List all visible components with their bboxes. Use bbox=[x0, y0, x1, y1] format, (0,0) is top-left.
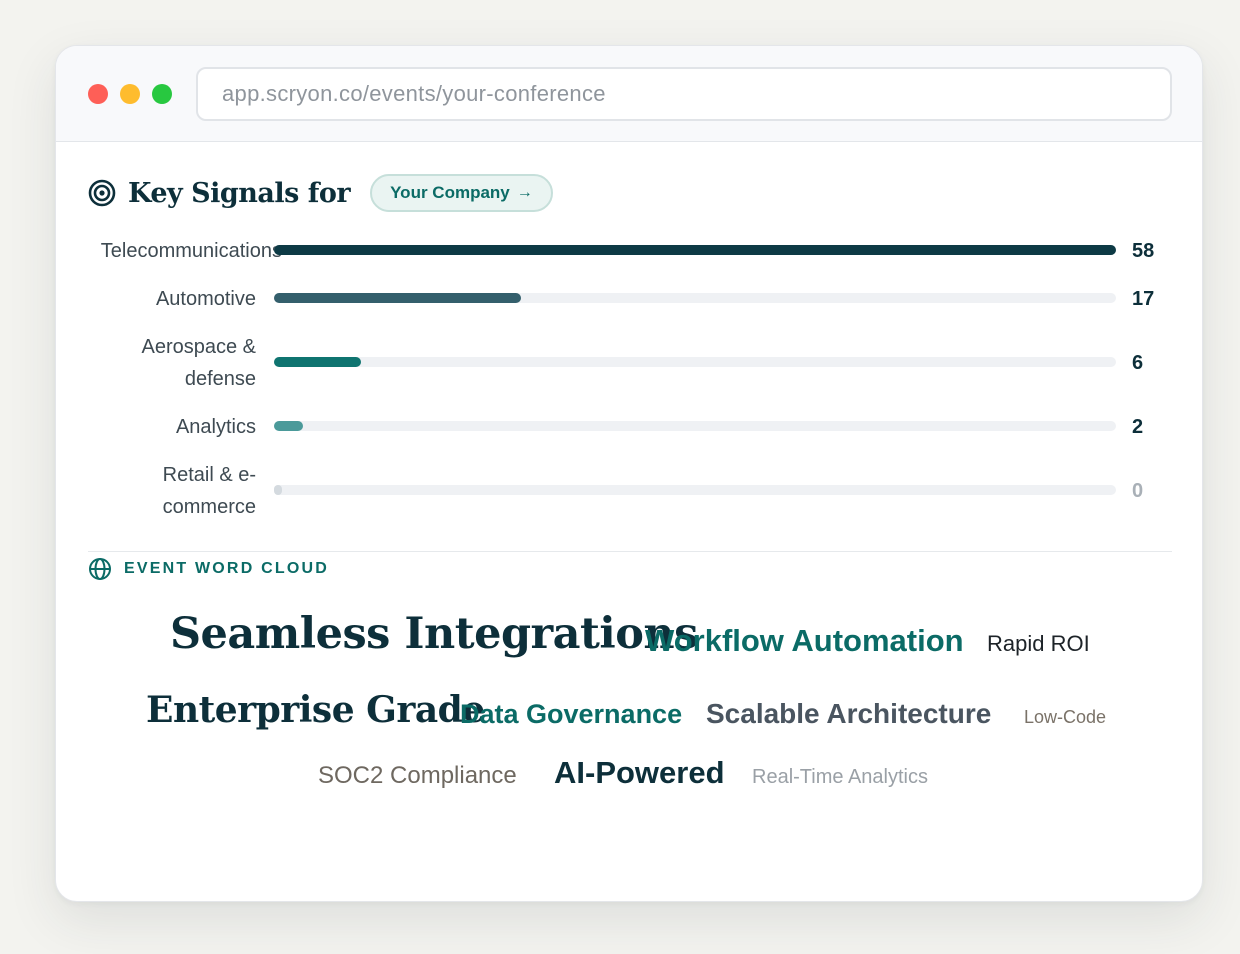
browser-titlebar: app.scryon.co/events/your-conference bbox=[56, 46, 1202, 142]
bar-track bbox=[274, 245, 1116, 255]
word-cloud-title: EVENT WORD CLOUD bbox=[124, 560, 329, 577]
bar-fill bbox=[274, 357, 361, 367]
globe-icon bbox=[89, 558, 111, 580]
cloud-word: Seamless Integrations bbox=[170, 609, 698, 659]
cloud-word: Low-Code bbox=[1024, 707, 1107, 727]
arrow-right-icon: → bbox=[516, 184, 533, 201]
bar-fill bbox=[274, 293, 521, 303]
bar-fill bbox=[274, 245, 1116, 255]
bar-value: 17 bbox=[1132, 288, 1155, 310]
bar-track bbox=[274, 293, 1116, 303]
bar-label: Analytics bbox=[175, 416, 256, 438]
minimize-window-button[interactable] bbox=[120, 84, 140, 104]
maximize-window-button[interactable] bbox=[152, 84, 172, 104]
bar-value: 58 bbox=[1132, 240, 1155, 262]
bar-label: Automotive bbox=[155, 288, 256, 310]
key-signals-title: Key Signals for bbox=[128, 177, 351, 209]
browser-window: app.scryon.co/events/your-conference Key… bbox=[55, 45, 1203, 902]
company-name: Your Company bbox=[390, 183, 510, 202]
cloud-word: Data Governance bbox=[460, 699, 683, 729]
bar-track bbox=[274, 421, 1116, 431]
bar-fill bbox=[274, 421, 303, 431]
cloud-word: Scalable Architecture bbox=[706, 698, 992, 729]
company-link-pill[interactable]: Your Company → bbox=[370, 174, 553, 212]
bar-track bbox=[274, 357, 1116, 367]
cloud-word: Enterprise Grade bbox=[146, 689, 485, 731]
bar-value: 0 bbox=[1132, 480, 1144, 502]
cloud-word: AI-Powered bbox=[554, 755, 725, 790]
cloud-word: SOC2 Compliance bbox=[318, 762, 517, 789]
bar-label: Retail & e-commerce bbox=[162, 464, 256, 518]
target-icon bbox=[88, 179, 116, 207]
close-window-button[interactable] bbox=[88, 84, 108, 104]
bar-label: Aerospace & defense bbox=[141, 336, 256, 390]
cloud-word: Real-Time Analytics bbox=[752, 766, 928, 788]
cloud-word: Rapid ROI bbox=[987, 631, 1090, 656]
bar-value: 2 bbox=[1132, 416, 1144, 438]
word-cloud-header: EVENT WORD CLOUD bbox=[88, 557, 329, 581]
address-bar[interactable]: app.scryon.co/events/your-conference bbox=[196, 67, 1172, 121]
section-divider bbox=[88, 551, 1172, 552]
bar-value: 6 bbox=[1132, 352, 1144, 374]
key-signals-header: Key Signals for Your Company → bbox=[88, 173, 553, 213]
bar-fill bbox=[274, 485, 282, 495]
bar-label: Telecommunications bbox=[100, 240, 282, 262]
bar-track bbox=[274, 485, 1116, 495]
cloud-word: Workflow Automation bbox=[645, 623, 964, 658]
